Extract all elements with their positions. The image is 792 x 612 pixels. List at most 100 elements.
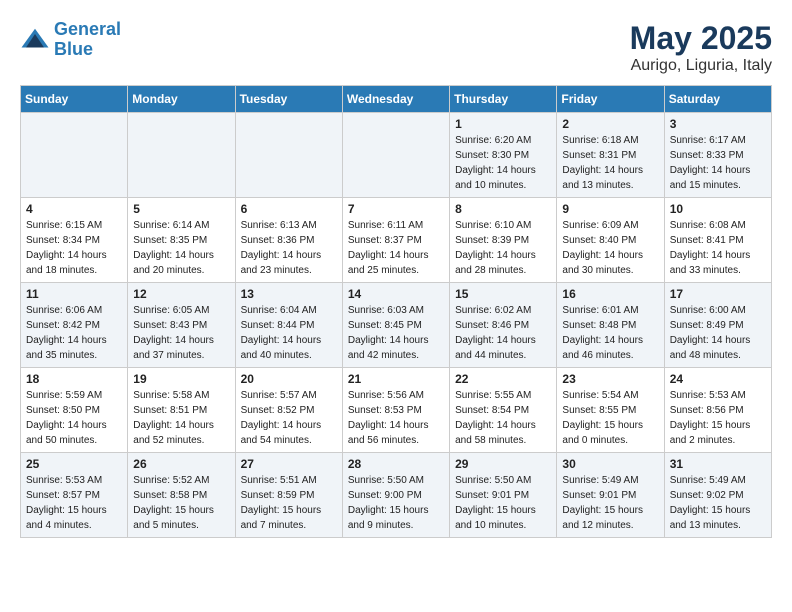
day-number: 26 — [133, 457, 229, 471]
calendar-cell — [235, 113, 342, 198]
day-info: Sunrise: 6:18 AM Sunset: 8:31 PM Dayligh… — [562, 133, 658, 193]
calendar-cell: 23 Sunrise: 5:54 AM Sunset: 8:55 PM Dayli… — [557, 368, 664, 453]
day-info: Sunrise: 5:58 AM Sunset: 8:51 PM Dayligh… — [133, 388, 229, 448]
day-number: 3 — [670, 117, 766, 131]
calendar-header: SundayMondayTuesdayWednesdayThursdayFrid… — [21, 86, 772, 113]
header-cell-wednesday: Wednesday — [342, 86, 449, 113]
day-info: Sunrise: 6:02 AM Sunset: 8:46 PM Dayligh… — [455, 303, 551, 363]
day-number: 16 — [562, 287, 658, 301]
day-info: Sunrise: 6:13 AM Sunset: 8:36 PM Dayligh… — [241, 218, 337, 278]
calendar-cell: 9Sunrise: 6:09 AM Sunset: 8:40 PM Daylig… — [557, 198, 664, 283]
day-info: Sunrise: 5:55 AM Sunset: 8:54 PM Dayligh… — [455, 388, 551, 448]
calendar-cell: 15 Sunrise: 6:02 AM Sunset: 8:46 PM Dayli… — [450, 283, 557, 368]
calendar-cell: 6 Sunrise: 6:13 AM Sunset: 8:36 PM Daylig… — [235, 198, 342, 283]
day-info: Sunrise: 5:53 AM Sunset: 8:57 PM Dayligh… — [26, 473, 122, 533]
logo-text: General Blue — [54, 20, 121, 60]
header-cell-thursday: Thursday — [450, 86, 557, 113]
calendar-cell: 14Sunrise: 6:03 AM Sunset: 8:45 PM Dayli… — [342, 283, 449, 368]
day-info: Sunrise: 6:17 AM Sunset: 8:33 PM Dayligh… — [670, 133, 766, 193]
day-info: Sunrise: 5:54 AM Sunset: 8:55 PM Dayligh… — [562, 388, 658, 448]
day-number: 11 — [26, 287, 122, 301]
calendar-cell: 29Sunrise: 5:50 AM Sunset: 9:01 PM Dayli… — [450, 453, 557, 538]
day-number: 25 — [26, 457, 122, 471]
header-cell-sunday: Sunday — [21, 86, 128, 113]
day-number: 31 — [670, 457, 766, 471]
title-block: May 2025 Aurigo, Liguria, Italy — [630, 20, 772, 75]
calendar-cell: 24 Sunrise: 5:53 AM Sunset: 8:56 PM Dayli… — [664, 368, 771, 453]
header-cell-tuesday: Tuesday — [235, 86, 342, 113]
day-number: 17 — [670, 287, 766, 301]
day-number: 10 — [670, 202, 766, 216]
day-number: 27 — [241, 457, 337, 471]
calendar-table: SundayMondayTuesdayWednesdayThursdayFrid… — [20, 85, 772, 538]
calendar-cell — [21, 113, 128, 198]
day-number: 7 — [348, 202, 444, 216]
day-number: 15 — [455, 287, 551, 301]
calendar-cell: 12 Sunrise: 6:05 AM Sunset: 8:43 PM Dayli… — [128, 283, 235, 368]
day-number: 22 — [455, 372, 551, 386]
calendar-cell: 31 Sunrise: 5:49 AM Sunset: 9:02 PM Dayli… — [664, 453, 771, 538]
day-info: Sunrise: 5:52 AM Sunset: 8:58 PM Dayligh… — [133, 473, 229, 533]
day-info: Sunrise: 6:15 AM Sunset: 8:34 PM Dayligh… — [26, 218, 122, 278]
calendar-cell: 16 Sunrise: 6:01 AM Sunset: 8:48 PM Dayli… — [557, 283, 664, 368]
day-number: 2 — [562, 117, 658, 131]
day-info: Sunrise: 5:51 AM Sunset: 8:59 PM Dayligh… — [241, 473, 337, 533]
week-row-2: 4 Sunrise: 6:15 AM Sunset: 8:34 PM Daylig… — [21, 198, 772, 283]
day-number: 30 — [562, 457, 658, 471]
day-info: Sunrise: 5:57 AM Sunset: 8:52 PM Dayligh… — [241, 388, 337, 448]
calendar-cell: 18Sunrise: 5:59 AM Sunset: 8:50 PM Dayli… — [21, 368, 128, 453]
week-row-3: 11 Sunrise: 6:06 AM Sunset: 8:42 PM Dayli… — [21, 283, 772, 368]
day-info: Sunrise: 5:49 AM Sunset: 9:02 PM Dayligh… — [670, 473, 766, 533]
calendar-cell: 17Sunrise: 6:00 AM Sunset: 8:49 PM Dayli… — [664, 283, 771, 368]
calendar-cell: 25 Sunrise: 5:53 AM Sunset: 8:57 PM Dayli… — [21, 453, 128, 538]
calendar-body: 1Sunrise: 6:20 AM Sunset: 8:30 PM Daylig… — [21, 113, 772, 538]
day-number: 24 — [670, 372, 766, 386]
day-info: Sunrise: 6:01 AM Sunset: 8:48 PM Dayligh… — [562, 303, 658, 363]
calendar-cell: 1Sunrise: 6:20 AM Sunset: 8:30 PM Daylig… — [450, 113, 557, 198]
day-number: 14 — [348, 287, 444, 301]
day-number: 19 — [133, 372, 229, 386]
day-info: Sunrise: 6:05 AM Sunset: 8:43 PM Dayligh… — [133, 303, 229, 363]
logo-line2: Blue — [54, 39, 93, 59]
day-number: 20 — [241, 372, 337, 386]
day-info: Sunrise: 6:11 AM Sunset: 8:37 PM Dayligh… — [348, 218, 444, 278]
header-row: SundayMondayTuesdayWednesdayThursdayFrid… — [21, 86, 772, 113]
day-info: Sunrise: 5:53 AM Sunset: 8:56 PM Dayligh… — [670, 388, 766, 448]
day-info: Sunrise: 6:10 AM Sunset: 8:39 PM Dayligh… — [455, 218, 551, 278]
day-info: Sunrise: 5:50 AM Sunset: 9:00 PM Dayligh… — [348, 473, 444, 533]
calendar-cell: 11 Sunrise: 6:06 AM Sunset: 8:42 PM Dayli… — [21, 283, 128, 368]
calendar-cell: 2 Sunrise: 6:18 AM Sunset: 8:31 PM Daylig… — [557, 113, 664, 198]
calendar-cell: 19 Sunrise: 5:58 AM Sunset: 8:51 PM Dayli… — [128, 368, 235, 453]
calendar-cell: 8Sunrise: 6:10 AM Sunset: 8:39 PM Daylig… — [450, 198, 557, 283]
calendar-cell: 28 Sunrise: 5:50 AM Sunset: 9:00 PM Dayli… — [342, 453, 449, 538]
week-row-1: 1Sunrise: 6:20 AM Sunset: 8:30 PM Daylig… — [21, 113, 772, 198]
day-number: 4 — [26, 202, 122, 216]
day-number: 28 — [348, 457, 444, 471]
week-row-5: 25 Sunrise: 5:53 AM Sunset: 8:57 PM Dayli… — [21, 453, 772, 538]
header-cell-monday: Monday — [128, 86, 235, 113]
day-info: Sunrise: 5:56 AM Sunset: 8:53 PM Dayligh… — [348, 388, 444, 448]
calendar-title: May 2025 — [630, 20, 772, 57]
calendar-cell: 7 Sunrise: 6:11 AM Sunset: 8:37 PM Daylig… — [342, 198, 449, 283]
calendar-cell: 4 Sunrise: 6:15 AM Sunset: 8:34 PM Daylig… — [21, 198, 128, 283]
calendar-subtitle: Aurigo, Liguria, Italy — [630, 57, 772, 75]
day-number: 1 — [455, 117, 551, 131]
logo-icon — [20, 25, 50, 55]
calendar-cell: 30Sunrise: 5:49 AM Sunset: 9:01 PM Dayli… — [557, 453, 664, 538]
logo-line1: General — [54, 19, 121, 39]
calendar-cell: 21Sunrise: 5:56 AM Sunset: 8:53 PM Dayli… — [342, 368, 449, 453]
day-number: 6 — [241, 202, 337, 216]
day-info: Sunrise: 6:06 AM Sunset: 8:42 PM Dayligh… — [26, 303, 122, 363]
day-info: Sunrise: 6:09 AM Sunset: 8:40 PM Dayligh… — [562, 218, 658, 278]
calendar-cell: 3 Sunrise: 6:17 AM Sunset: 8:33 PM Daylig… — [664, 113, 771, 198]
page-header: General Blue May 2025 Aurigo, Liguria, I… — [20, 20, 772, 75]
day-number: 18 — [26, 372, 122, 386]
day-number: 23 — [562, 372, 658, 386]
header-cell-friday: Friday — [557, 86, 664, 113]
calendar-cell: 13Sunrise: 6:04 AM Sunset: 8:44 PM Dayli… — [235, 283, 342, 368]
week-row-4: 18Sunrise: 5:59 AM Sunset: 8:50 PM Dayli… — [21, 368, 772, 453]
day-number: 12 — [133, 287, 229, 301]
day-info: Sunrise: 6:14 AM Sunset: 8:35 PM Dayligh… — [133, 218, 229, 278]
calendar-cell: 22 Sunrise: 5:55 AM Sunset: 8:54 PM Dayli… — [450, 368, 557, 453]
calendar-cell: 10Sunrise: 6:08 AM Sunset: 8:41 PM Dayli… — [664, 198, 771, 283]
